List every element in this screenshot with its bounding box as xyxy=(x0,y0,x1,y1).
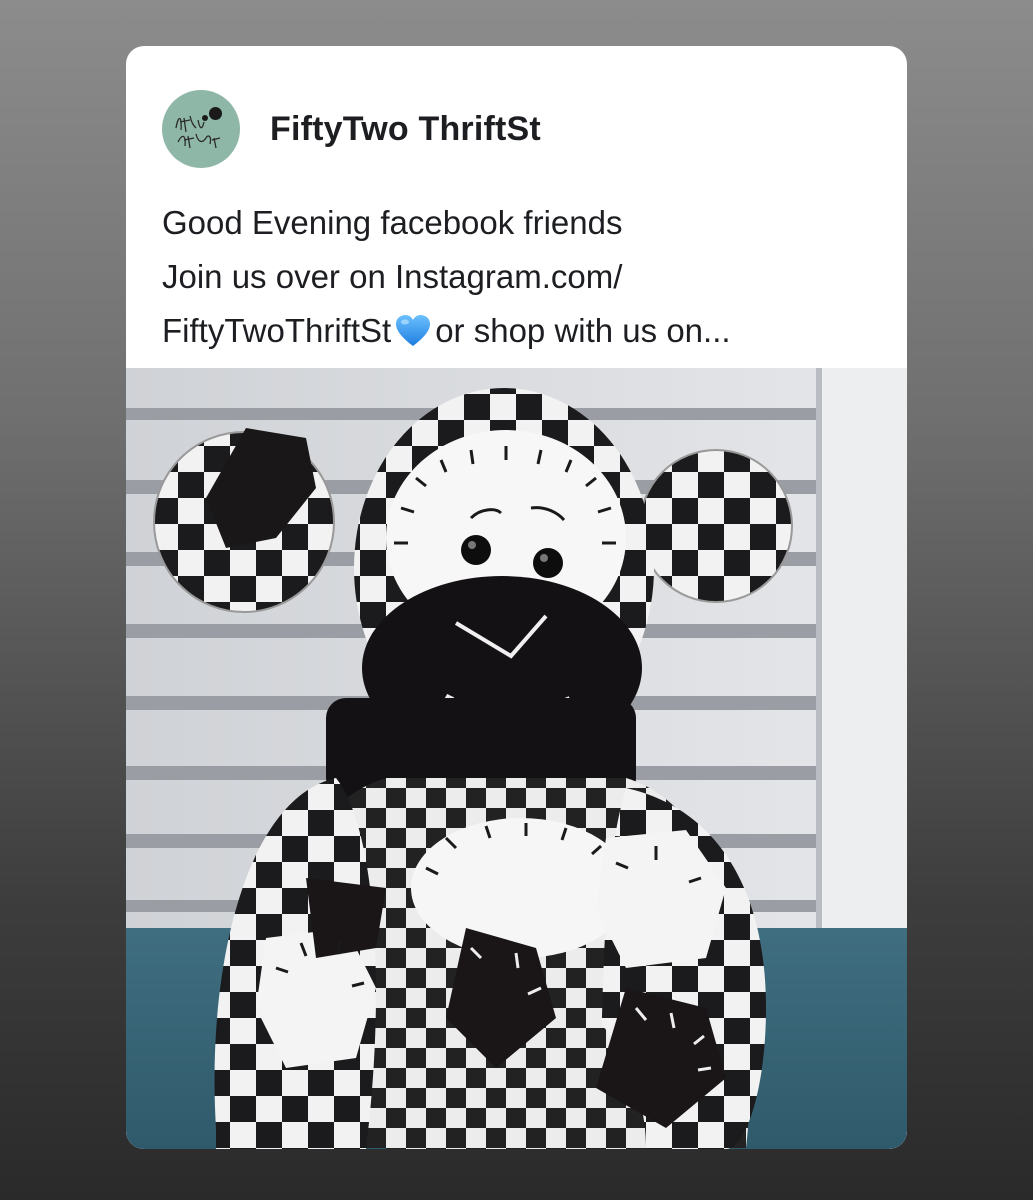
sock-monkey-photo xyxy=(126,368,907,1149)
post-text-segment: or shop with us on... xyxy=(435,312,731,349)
post-text-segment: FiftyTwoThriftSt xyxy=(162,312,392,349)
post-text-line: Join us over on Instagram.com/ xyxy=(162,250,882,304)
avatar-dot xyxy=(209,107,222,120)
page-avatar[interactable] xyxy=(162,90,240,168)
post-card[interactable]: FiftyTwo ThriftSt Good Evening facebook … xyxy=(126,46,907,1149)
post-text-line[interactable]: FiftyTwoThriftSt or shop with us on... xyxy=(162,304,882,358)
post-photo[interactable] xyxy=(126,368,907,1149)
post-text-segment: Join us over on Instagram.com/ xyxy=(162,258,623,295)
avatar-dot xyxy=(202,115,208,121)
post-header: FiftyTwo ThriftSt xyxy=(162,90,541,168)
post-text-line: Good Evening facebook friends xyxy=(162,204,623,241)
blue-heart-icon xyxy=(396,315,431,346)
page-name-link[interactable]: FiftyTwo ThriftSt xyxy=(270,110,541,149)
post-text: Good Evening facebook friends Join us ov… xyxy=(162,196,882,358)
